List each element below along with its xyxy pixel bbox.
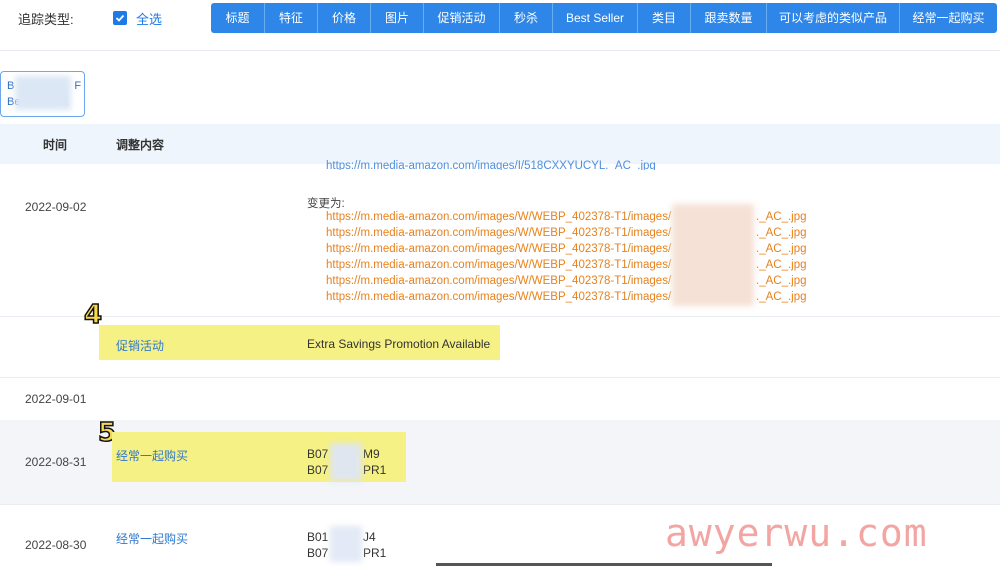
related-asin-suffix: M9 <box>363 447 380 461</box>
promotion-content: Extra Savings Promotion Available <box>307 337 491 351</box>
related-asin[interactable]: B01 <box>307 530 328 544</box>
new-image-url[interactable]: https://m.media-amazon.com/images/W/WEBP… <box>326 227 671 239</box>
type-button-image[interactable]: 图片 <box>371 3 424 33</box>
redaction-blur <box>672 204 754 306</box>
type-button-best-seller[interactable]: Best Seller <box>553 3 638 33</box>
url-suffix: ._AC_.jpg <box>756 211 807 223</box>
table-header: 时间 调整内容 <box>0 124 1000 164</box>
column-content: 调整内容 <box>116 138 165 152</box>
row-date: 2022-08-30 <box>25 538 87 552</box>
top-divider <box>0 50 1000 51</box>
redaction-blur <box>330 443 362 481</box>
checkmark-icon <box>115 14 125 22</box>
related-asin[interactable]: B07 <box>307 447 328 461</box>
new-image-url[interactable]: https://m.media-amazon.com/images/W/WEBP… <box>326 291 671 303</box>
track-type-label: 追踪类型: <box>18 12 74 27</box>
type-button-title[interactable]: 标题 <box>211 3 265 33</box>
type-button-seller-count[interactable]: 跟卖数量 <box>691 3 767 33</box>
row-date: 2022-08-31 <box>25 455 87 469</box>
select-all-checkbox[interactable] <box>113 11 127 25</box>
row-divider <box>0 504 1000 505</box>
type-button-feature[interactable]: 特征 <box>265 3 318 33</box>
site-watermark: awyerwu.com <box>665 511 928 555</box>
related-asin[interactable]: B07 <box>307 546 328 560</box>
product-card[interactable]: BF Beat <box>0 71 85 117</box>
url-suffix: ._AC_.jpg <box>756 243 807 255</box>
change-type-frequently-bought: 经常一起购买 <box>116 449 189 463</box>
changed-to-label: 变更为: <box>307 198 345 210</box>
type-button-price[interactable]: 价格 <box>318 3 371 33</box>
type-button-promotion[interactable]: 促销活动 <box>424 3 500 33</box>
related-asin-suffix: PR1 <box>363 463 387 477</box>
new-image-url[interactable]: https://m.media-amazon.com/images/W/WEBP… <box>326 259 671 271</box>
change-type-promotion: 促销活动 <box>116 339 165 353</box>
change-type-frequently-bought: 经常一起购买 <box>116 532 189 546</box>
new-image-url[interactable]: https://m.media-amazon.com/images/W/WEBP… <box>326 275 671 287</box>
row-divider <box>0 377 1000 378</box>
redaction-blur <box>15 76 71 110</box>
related-asin[interactable]: B07 <box>307 463 328 477</box>
related-asin-suffix: J4 <box>363 530 376 544</box>
url-suffix: ._AC_.jpg <box>756 275 807 287</box>
new-image-url[interactable]: https://m.media-amazon.com/images/W/WEBP… <box>326 243 671 255</box>
type-button-frequently-bought[interactable]: 经常一起购买 <box>900 3 997 33</box>
select-all-label[interactable]: 全选 <box>136 9 162 28</box>
type-button-category[interactable]: 类目 <box>638 3 691 33</box>
url-suffix: ._AC_.jpg <box>756 291 807 303</box>
row-divider <box>0 316 1000 317</box>
column-time: 时间 <box>43 138 68 152</box>
related-asin-suffix: PR1 <box>363 546 387 560</box>
redaction-blur <box>330 526 362 562</box>
type-button-lightning-deal[interactable]: 秒杀 <box>500 3 553 33</box>
new-image-url[interactable]: https://m.media-amazon.com/images/W/WEBP… <box>326 211 671 223</box>
url-suffix: ._AC_.jpg <box>756 259 807 271</box>
row-date: 2022-09-02 <box>25 200 87 214</box>
url-suffix: ._AC_.jpg <box>756 227 807 239</box>
track-type-buttons: 标题 特征 价格 图片 促销活动 秒杀 Best Seller 类目 跟卖数量 … <box>211 3 997 33</box>
type-button-similar-products[interactable]: 可以考虑的类似产品 <box>767 3 900 33</box>
row-date: 2022-09-01 <box>25 392 87 406</box>
previous-image-url[interactable]: https://m.media-amazon.com/images/I/518C… <box>326 160 656 170</box>
